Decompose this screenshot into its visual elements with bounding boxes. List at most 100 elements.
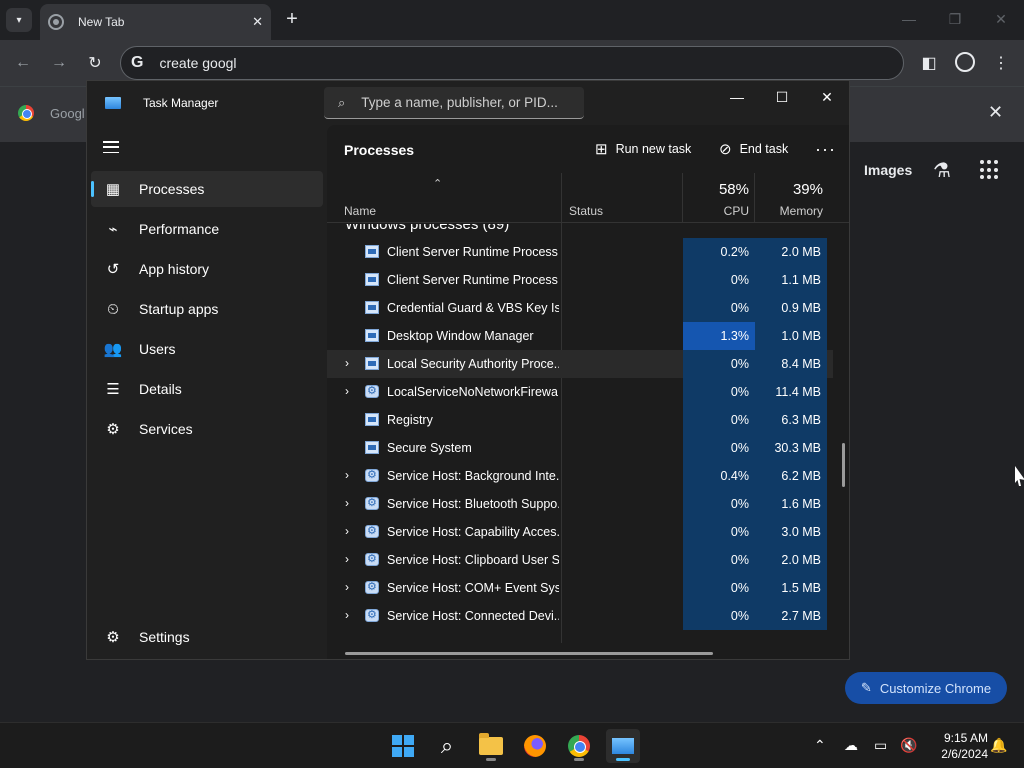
horizontal-scrollbar[interactable] (345, 652, 713, 655)
new-tab-plus-icon[interactable]: + (281, 8, 303, 30)
tm-maximize-icon[interactable]: ☐ (767, 85, 797, 109)
file-explorer-button[interactable] (474, 729, 508, 763)
process-row[interactable]: › Service Host: Capability Acces... 0%3.0 … (327, 518, 833, 546)
process-name: Service Host: Clipboard User S... (387, 553, 559, 567)
expand-chevron-icon[interactable]: › (345, 580, 349, 594)
expand-chevron-icon[interactable]: › (345, 468, 349, 482)
notifications-bell-icon[interactable]: 🔔 (990, 737, 1007, 754)
process-row[interactable]: Desktop Window Manager 1.3% 1.0 MB (327, 322, 833, 350)
task-manager-titlebar[interactable]: Task Manager ⌕ — ☐ ✕ (87, 81, 849, 125)
process-row[interactable]: › Local Security Authority Proce... 0% 8.4 … (327, 350, 833, 378)
task-manager-title: Task Manager (143, 96, 219, 110)
process-row[interactable]: › Service Host: Connected Devi... 0%2.7 MB (327, 602, 833, 630)
expand-chevron-icon[interactable]: › (345, 524, 349, 538)
expand-chevron-icon[interactable]: › (345, 608, 349, 622)
process-cpu: 0% (683, 294, 755, 322)
chrome-restore-icon[interactable]: ❐ (944, 8, 966, 30)
pencil-icon: ✎ (860, 680, 872, 695)
forward-arrow-icon[interactable]: → (48, 52, 70, 74)
customize-chrome-button[interactable]: ✎ Customize Chrome (845, 672, 1007, 704)
images-link[interactable]: Images (864, 162, 912, 178)
tm-minimize-icon[interactable]: — (722, 85, 752, 109)
settings-icon: ⚙ (106, 629, 120, 646)
process-cpu: 0% (683, 546, 755, 574)
task-manager-button[interactable] (606, 729, 640, 763)
process-row[interactable]: Client Server Runtime Process 0% 1.1 MB (327, 266, 833, 294)
process-search-input[interactable] (361, 95, 572, 110)
chrome-menu-icon[interactable]: ⋮ (990, 52, 1012, 74)
column-memory[interactable]: Memory (755, 204, 823, 218)
process-row[interactable]: › Service Host: COM+ Event Sys... 0%1.5 MB (327, 574, 833, 602)
process-row[interactable]: Registry 0% 6.3 MB (327, 406, 833, 434)
end-task-button[interactable]: ⊘ End task (719, 135, 788, 163)
start-button[interactable] (386, 729, 420, 763)
process-memory: 1.1 MB (755, 266, 827, 294)
nav-app-history[interactable]: ↺ App history (91, 251, 323, 287)
process-row[interactable]: › LocalServiceNoNetworkFirewa... 0%11.4 MB (327, 378, 833, 406)
service-host-icon (365, 552, 379, 566)
firefox-button[interactable] (518, 729, 552, 763)
back-arrow-icon[interactable]: ← (12, 52, 34, 74)
nav-label: Settings (139, 629, 190, 645)
hamburger-menu-icon[interactable] (103, 141, 119, 153)
tab-close-icon[interactable]: ✕ (252, 14, 263, 30)
google-apps-icon[interactable] (980, 160, 1000, 180)
process-search-box[interactable]: ⌕ (324, 87, 584, 119)
tm-close-icon[interactable]: ✕ (812, 85, 842, 109)
process-row[interactable]: › Service Host: Clipboard User S... 0%2.0 … (327, 546, 833, 574)
nav-details[interactable]: ☰ Details (91, 371, 323, 407)
nav-services[interactable]: ⚙ Services (91, 411, 323, 447)
details-icon: ☰ (106, 381, 120, 398)
reload-icon[interactable]: ↻ (84, 52, 106, 74)
process-row[interactable]: › Service Host: Background Inte... 0.4%6.2… (327, 462, 833, 490)
process-name: Service Host: Connected Devi... (387, 609, 559, 623)
expand-chevron-icon[interactable]: › (345, 356, 349, 370)
service-host-icon (365, 524, 379, 538)
column-status[interactable]: Status (569, 204, 603, 218)
process-row[interactable]: Client Server Runtime Process 0.2% 2.0 MB (327, 238, 833, 266)
chrome-button[interactable] (562, 729, 596, 763)
system-clock[interactable]: 9:15 AM 2/6/2024 (926, 730, 988, 762)
omnibox[interactable]: G create googl (120, 46, 904, 80)
more-options-icon[interactable]: ··· (815, 139, 836, 160)
nav-performance[interactable]: ⌁ Performance (91, 211, 323, 247)
chrome-close-icon[interactable]: ✕ (990, 8, 1012, 30)
nav-settings[interactable]: ⚙ Settings (91, 619, 323, 655)
profile-avatar-icon[interactable] (955, 52, 975, 72)
labs-flask-icon[interactable]: ⚗ (930, 158, 954, 182)
expand-chevron-icon[interactable]: › (345, 496, 349, 510)
bookmark-item[interactable]: Googl (18, 105, 85, 121)
info-bar-close-icon[interactable]: ✕ (988, 102, 1003, 123)
end-task-label: End task (739, 142, 789, 156)
expand-chevron-icon[interactable]: › (345, 384, 349, 398)
cpu-total: 58% (718, 181, 749, 198)
chrome-minimize-icon[interactable]: — (898, 8, 920, 30)
onedrive-cloud-icon[interactable]: ☁ (844, 737, 858, 754)
tab-new-tab[interactable]: New Tab ✕ (40, 4, 271, 40)
column-name[interactable]: Name (344, 204, 376, 218)
show-hidden-icons-chevron-icon[interactable]: ⌃ (814, 737, 826, 754)
page-title: Processes (344, 142, 415, 158)
service-host-icon (365, 384, 379, 398)
nav-processes[interactable]: ▦ Processes (91, 171, 323, 207)
chrome-logo-icon (18, 105, 34, 121)
nav-users[interactable]: 👥 Users (91, 331, 323, 367)
side-panel-icon[interactable]: ◧ (918, 52, 940, 74)
process-icon (365, 413, 379, 426)
vertical-scrollbar[interactable] (842, 443, 845, 487)
expand-chevron-icon[interactable]: › (345, 552, 349, 566)
column-cpu[interactable]: CPU (683, 204, 749, 218)
tab-search-chevron-icon[interactable]: ▾ (6, 8, 32, 32)
process-cpu: 0% (683, 574, 755, 602)
run-new-task-button[interactable]: ⊞ Run new task (595, 135, 691, 163)
process-row[interactable]: Credential Guard & VBS Key Is... 0% 0.9 MB (327, 294, 833, 322)
process-cpu: 0% (683, 602, 755, 630)
running-indicator (486, 758, 496, 761)
process-row[interactable]: Secure System 0% 30.3 MB (327, 434, 833, 462)
process-row[interactable]: › Service Host: Bluetooth Suppo... 0%1.6 M… (327, 490, 833, 518)
process-cpu: 0% (683, 518, 755, 546)
nav-startup-apps[interactable]: ⏲ Startup apps (91, 291, 323, 327)
network-icon[interactable]: ▭ (874, 737, 887, 754)
volume-muted-icon[interactable]: 🔇 (900, 737, 917, 754)
search-taskbar-icon[interactable]: ⌕ (430, 729, 464, 763)
